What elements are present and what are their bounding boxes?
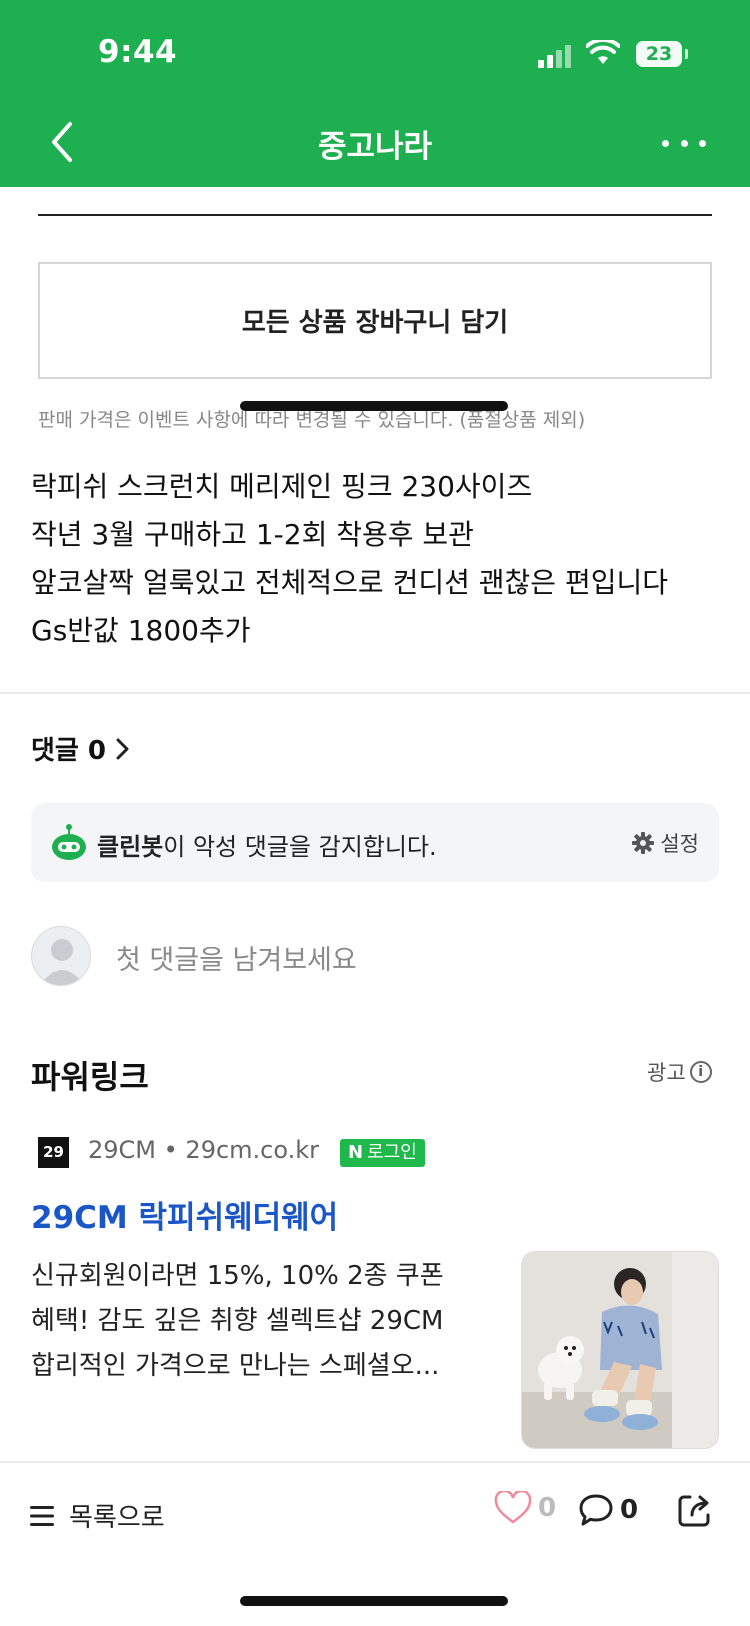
comments-link[interactable]: 댓글 0	[31, 730, 130, 767]
description-line: 앞코살짝 얼룩있고 전체적으로 컨디션 괜찮은 편입니다	[31, 566, 668, 599]
powerlink-title: 파워링크	[31, 1058, 149, 1096]
like-button[interactable]: 0	[494, 1491, 556, 1525]
ad-desc-line: 신규회원이라면 15%, 10% 2종 쿠폰	[31, 1261, 444, 1291]
battery-indicator: 23	[636, 41, 688, 67]
default-avatar-icon	[31, 926, 91, 986]
ad-headline-link[interactable]: 29CM 락피쉬웨더웨어	[31, 1192, 338, 1237]
description-line: 작년 3월 구매하고 1-2회 착용후 보관	[31, 518, 474, 551]
overlay-handle	[240, 401, 508, 411]
chevron-right-icon	[116, 738, 129, 759]
description-line: Gs반값 1800추가	[31, 614, 251, 647]
divider	[38, 214, 712, 216]
more-icon[interactable]	[662, 128, 706, 158]
cleanbot-text: 클린봇이 악성 댓글을 감지합니다.	[97, 827, 437, 862]
status-time: 9:44	[98, 34, 178, 70]
share-icon[interactable]	[676, 1491, 714, 1529]
cleanbot-banner: 클린봇이 악성 댓글을 감지합니다. 설정	[31, 803, 719, 882]
section-divider	[0, 692, 750, 694]
comment-button[interactable]: 0	[578, 1493, 638, 1527]
ad-desc-line: 혜택! 감도 깊은 취향 셀렉트샵 29CM	[31, 1306, 444, 1336]
comment-input[interactable]: 첫 댓글을 남겨보세요	[116, 938, 357, 977]
cleanbot-name: 클린봇	[97, 833, 164, 861]
ad-label[interactable]: 광고 i	[647, 1057, 712, 1087]
home-indicator	[240, 1596, 508, 1606]
settings-label: 설정	[660, 832, 699, 856]
ad-source[interactable]: 29CM • 29cm.co.kr	[88, 1136, 319, 1164]
ad-description[interactable]: 신규회원이라면 15%, 10% 2종 쿠폰 혜택! 감도 깊은 취향 셀렉트샵…	[31, 1254, 491, 1389]
login-badge-label: 로그인	[367, 1142, 417, 1163]
wifi-icon	[586, 40, 620, 64]
cleanbot-desc: 이 악성 댓글을 감지합니다.	[163, 833, 437, 861]
list-label: 목록으로	[69, 1503, 165, 1533]
description-line: 락피쉬 스크런치 메리제인 핑크 230사이즈	[31, 470, 533, 503]
comment-bubble-icon	[579, 1494, 613, 1526]
comments-count-label: 댓글 0	[31, 736, 106, 766]
naver-login-badge[interactable]: N 로그인	[340, 1139, 425, 1167]
ad-thumbnail-image[interactable]	[521, 1251, 719, 1449]
back-to-list-button[interactable]: 목록으로	[29, 1497, 165, 1534]
gear-icon	[632, 832, 655, 854]
add-all-to-cart-button[interactable]: 모든 상품 장바구니 담기	[38, 262, 712, 379]
comment-count: 0	[620, 1495, 639, 1525]
advertiser-logo: 29	[38, 1137, 69, 1168]
page-title: 중고나라	[317, 129, 433, 165]
signal-icon	[538, 44, 574, 68]
product-description: 락피쉬 스크런치 메리제인 핑크 230사이즈 작년 3월 구매하고 1-2회 …	[31, 463, 731, 655]
heart-icon	[494, 1491, 532, 1524]
info-icon: i	[689, 1061, 712, 1083]
ad-label-text: 광고	[647, 1061, 686, 1085]
menu-icon	[30, 1505, 54, 1526]
cleanbot-icon	[52, 824, 86, 860]
naver-n: N	[348, 1142, 364, 1163]
like-count: 0	[538, 1493, 557, 1523]
app-header: 9:44 23 중고나라	[0, 0, 750, 187]
cleanbot-settings-button[interactable]: 설정	[632, 828, 699, 858]
ad-desc-line: 합리적인 가격으로 만나는 스페셜오...	[31, 1351, 440, 1381]
